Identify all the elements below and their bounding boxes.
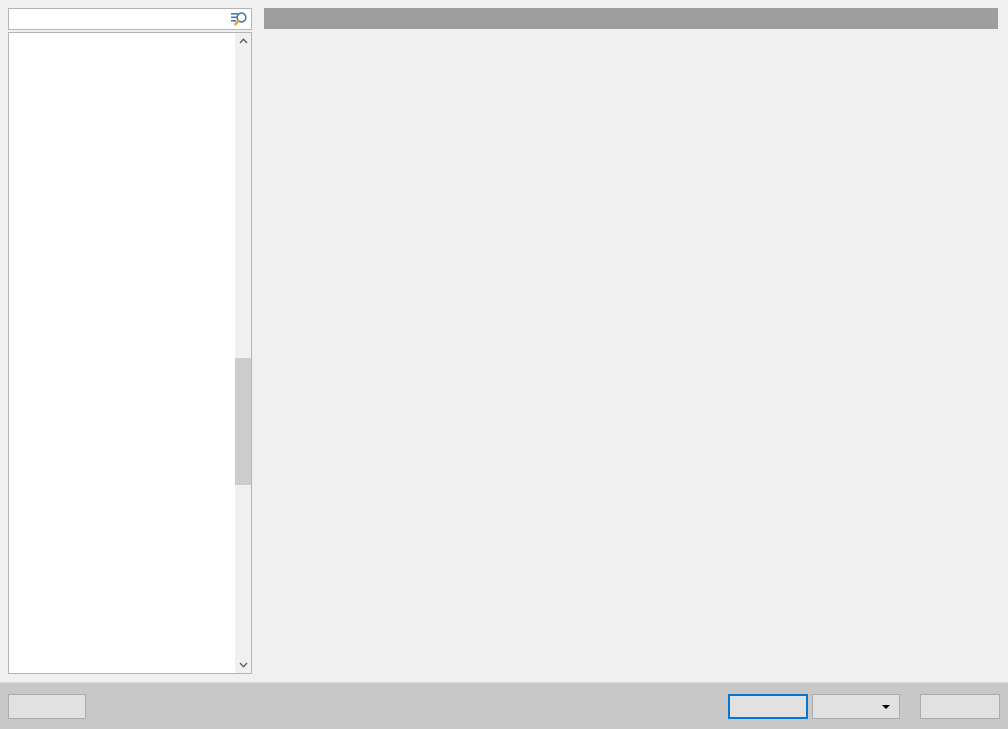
tree-items-container [9,33,235,673]
search-input[interactable] [15,9,229,31]
options-dialog [0,0,1008,729]
left-pane [0,0,260,682]
cancel-button[interactable] [920,694,1000,719]
caret-down-icon[interactable] [882,705,890,709]
right-pane [264,0,1008,682]
save-to-button[interactable] [812,694,900,719]
manage-button[interactable] [8,694,86,719]
settings-tree[interactable] [8,32,252,674]
search-icon[interactable] [230,11,248,28]
chevron-down-icon[interactable] [235,656,251,673]
tree-scrollbar[interactable] [234,33,251,673]
save-button[interactable] [728,694,808,719]
scrollbar-thumb[interactable] [235,358,251,485]
section-header [264,8,998,29]
search-box[interactable] [8,8,252,31]
chevron-up-icon[interactable] [235,33,251,50]
